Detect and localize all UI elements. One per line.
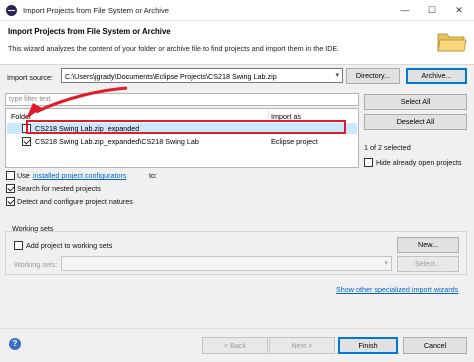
select-all-button[interactable]: Select All: [364, 94, 467, 110]
directory-button[interactable]: Directory...: [346, 68, 400, 84]
row-checkbox[interactable]: [22, 137, 31, 146]
annotation-arrow-icon: [26, 86, 128, 119]
working-sets-label: Working sets:: [14, 260, 58, 269]
minimize-button[interactable]: —: [395, 2, 415, 18]
wizard-title: Import Projects from File System or Arch…: [8, 27, 171, 36]
chevron-down-icon[interactable]: ▾: [384, 259, 388, 267]
use-configurators-checkbox[interactable]: [6, 171, 15, 180]
wizard-description: This wizard analyzes the content of your…: [8, 44, 340, 53]
cancel-button[interactable]: Cancel: [403, 337, 467, 354]
help-icon[interactable]: ?: [9, 338, 21, 350]
import-source-value: C:\Users\jgrady\Documents\Eclipse Projec…: [65, 72, 277, 81]
next-button[interactable]: Next >: [269, 337, 335, 354]
back-button[interactable]: < Back: [202, 337, 268, 354]
search-nested-label: Search for nested projects: [17, 184, 101, 193]
eclipse-icon: [6, 5, 17, 16]
archive-button[interactable]: Archive...: [406, 68, 467, 84]
column-divider: [268, 110, 269, 120]
detect-configure-label: Detect and configure project natures: [17, 197, 133, 206]
hide-open-checkbox[interactable]: [364, 158, 373, 167]
selection-count: 1 of 2 selected: [364, 143, 411, 152]
new-working-set-button[interactable]: New...: [397, 237, 459, 253]
search-nested-checkbox[interactable]: [6, 184, 15, 193]
row-folder: CS218 Swing Lab.zip_expanded\CS218 Swing…: [35, 137, 199, 146]
folder-icon: [437, 33, 467, 52]
installed-configurators-link[interactable]: installed project configurators: [33, 171, 127, 180]
window-title: Import Projects from File System or Arch…: [23, 6, 170, 15]
working-sets-combo[interactable]: ▾: [61, 256, 392, 271]
add-to-working-sets-checkbox[interactable]: [14, 241, 23, 250]
footer-separator: [0, 328, 474, 329]
chevron-down-icon[interactable]: ▾: [335, 71, 339, 79]
use-suffix: to:: [149, 171, 157, 180]
hide-open-label: Hide already open projects: [376, 158, 462, 167]
row-import-as: Eclipse project: [271, 137, 318, 146]
close-button[interactable]: ✕: [449, 2, 469, 18]
import-source-label: Import source:: [7, 73, 53, 82]
use-label: Use: [17, 171, 30, 180]
maximize-button[interactable]: ☐: [422, 2, 442, 18]
add-to-working-sets-label: Add project to working sets: [26, 241, 113, 250]
select-working-sets-button[interactable]: Select...: [397, 256, 459, 272]
finish-button[interactable]: Finish: [338, 337, 398, 354]
import-source-combo[interactable]: C:\Users\jgrady\Documents\Eclipse Projec…: [61, 68, 343, 83]
deselect-all-button[interactable]: Deselect All: [364, 114, 467, 130]
show-specialized-wizards-link[interactable]: Show other specialized import wizards: [336, 285, 458, 294]
detect-configure-checkbox[interactable]: [6, 197, 15, 206]
